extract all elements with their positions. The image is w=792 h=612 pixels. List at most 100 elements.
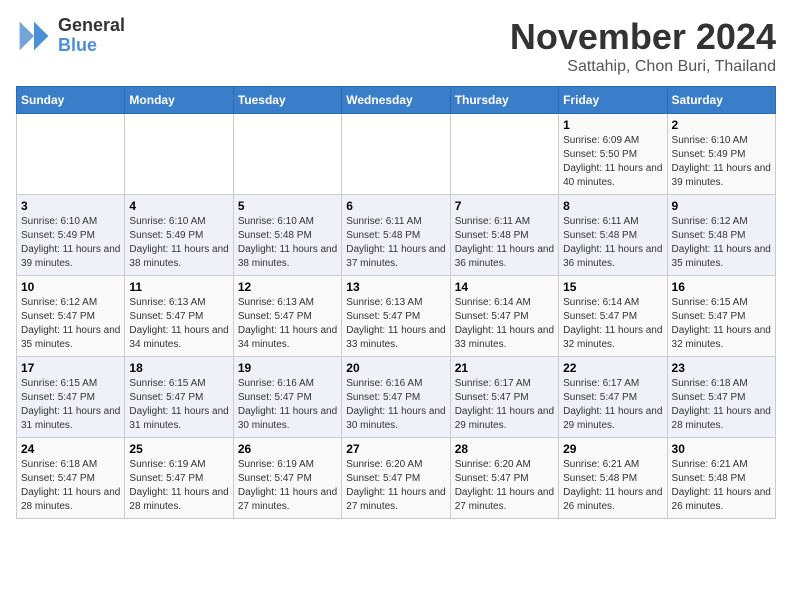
calendar-cell: 4 Sunrise: 6:10 AM Sunset: 5:49 PM Daylig…: [125, 195, 233, 276]
calendar-cell: 5Sunrise: 6:10 AM Sunset: 5:48 PM Daylig…: [233, 195, 341, 276]
day-info: Sunrise: 6:20 AM Sunset: 5:47 PM Dayligh…: [455, 458, 554, 514]
title-block: November 2024 Sattahip, Chon Buri, Thail…: [510, 16, 776, 76]
month-title: November 2024: [510, 16, 776, 58]
day-info: Sunrise: 6:09 AM Sunset: 5:50 PM Dayligh…: [563, 134, 662, 190]
day-number: 24: [21, 442, 120, 456]
day-number: 29: [563, 442, 662, 456]
day-number: 8: [563, 199, 662, 213]
day-number: 3: [21, 199, 120, 213]
calendar-header: SundayMondayTuesdayWednesdayThursdayFrid…: [17, 87, 776, 114]
day-info: Sunrise: 6:13 AM Sunset: 5:47 PM Dayligh…: [238, 296, 337, 352]
day-info: Sunrise: 6:11 AM Sunset: 5:48 PM Dayligh…: [563, 215, 662, 271]
calendar-cell: 26Sunrise: 6:19 AM Sunset: 5:47 PM Dayli…: [233, 438, 341, 519]
weekday-header: Monday: [125, 87, 233, 114]
day-info: Sunrise: 6:10 AM Sunset: 5:49 PM Dayligh…: [672, 134, 771, 190]
calendar-cell: 22 Sunrise: 6:17 AM Sunset: 5:47 PM Dayli…: [559, 357, 667, 438]
day-number: 9: [672, 199, 771, 213]
calendar-cell: 14 Sunrise: 6:14 AM Sunset: 5:47 PM Dayli…: [450, 276, 558, 357]
day-number: 14: [455, 280, 554, 294]
day-info: Sunrise: 6:19 AM Sunset: 5:47 PM Dayligh…: [129, 458, 228, 514]
logo-text: General Blue: [58, 16, 125, 56]
day-number: 7: [455, 199, 554, 213]
calendar-cell: 10 Sunrise: 6:12 AM Sunset: 5:47 PM Dayli…: [17, 276, 125, 357]
day-info: Sunrise: 6:10 AM Sunset: 5:49 PM Dayligh…: [21, 215, 120, 271]
day-info: Sunrise: 6:17 AM Sunset: 5:47 PM Dayligh…: [563, 377, 662, 433]
day-number: 11: [129, 280, 228, 294]
day-info: Sunrise: 6:15 AM Sunset: 5:47 PM Dayligh…: [129, 377, 228, 433]
day-info: Sunrise: 6:15 AM Sunset: 5:47 PM Dayligh…: [672, 296, 771, 352]
calendar-week-row: 1 Sunrise: 6:09 AM Sunset: 5:50 PM Daylig…: [17, 114, 776, 195]
calendar-cell: 21 Sunrise: 6:17 AM Sunset: 5:47 PM Dayli…: [450, 357, 558, 438]
day-info: Sunrise: 6:10 AM Sunset: 5:49 PM Dayligh…: [129, 215, 228, 271]
calendar-cell: 18 Sunrise: 6:15 AM Sunset: 5:47 PM Dayli…: [125, 357, 233, 438]
calendar-week-row: 17Sunrise: 6:15 AM Sunset: 5:47 PM Dayli…: [17, 357, 776, 438]
calendar-week-row: 10 Sunrise: 6:12 AM Sunset: 5:47 PM Dayli…: [17, 276, 776, 357]
calendar-cell: 7 Sunrise: 6:11 AM Sunset: 5:48 PM Daylig…: [450, 195, 558, 276]
calendar-cell: 19Sunrise: 6:16 AM Sunset: 5:47 PM Dayli…: [233, 357, 341, 438]
day-number: 12: [238, 280, 337, 294]
day-number: 22: [563, 361, 662, 375]
logo-blue: Blue: [58, 36, 125, 56]
weekday-row: SundayMondayTuesdayWednesdayThursdayFrid…: [17, 87, 776, 114]
day-number: 1: [563, 118, 662, 132]
day-info: Sunrise: 6:13 AM Sunset: 5:47 PM Dayligh…: [346, 296, 445, 352]
day-info: Sunrise: 6:18 AM Sunset: 5:47 PM Dayligh…: [21, 458, 120, 514]
day-number: 6: [346, 199, 445, 213]
weekday-header: Sunday: [17, 87, 125, 114]
calendar-cell: 15 Sunrise: 6:14 AM Sunset: 5:47 PM Dayli…: [559, 276, 667, 357]
day-number: 21: [455, 361, 554, 375]
day-number: 10: [21, 280, 120, 294]
weekday-header: Thursday: [450, 87, 558, 114]
calendar-week-row: 24 Sunrise: 6:18 AM Sunset: 5:47 PM Dayli…: [17, 438, 776, 519]
calendar-cell: 13Sunrise: 6:13 AM Sunset: 5:47 PM Dayli…: [342, 276, 450, 357]
location: Sattahip, Chon Buri, Thailand: [510, 58, 776, 76]
calendar-cell: [17, 114, 125, 195]
day-info: Sunrise: 6:12 AM Sunset: 5:47 PM Dayligh…: [21, 296, 120, 352]
calendar-cell: 8 Sunrise: 6:11 AM Sunset: 5:48 PM Daylig…: [559, 195, 667, 276]
day-number: 26: [238, 442, 337, 456]
day-number: 25: [129, 442, 228, 456]
page-header: General Blue November 2024 Sattahip, Cho…: [16, 16, 776, 76]
calendar-body: 1 Sunrise: 6:09 AM Sunset: 5:50 PM Daylig…: [17, 114, 776, 519]
calendar-cell: [450, 114, 558, 195]
calendar-cell: 9 Sunrise: 6:12 AM Sunset: 5:48 PM Daylig…: [667, 195, 775, 276]
calendar-cell: 29 Sunrise: 6:21 AM Sunset: 5:48 PM Dayli…: [559, 438, 667, 519]
day-number: 2: [672, 118, 771, 132]
logo: General Blue: [16, 16, 125, 56]
day-info: Sunrise: 6:17 AM Sunset: 5:47 PM Dayligh…: [455, 377, 554, 433]
day-info: Sunrise: 6:21 AM Sunset: 5:48 PM Dayligh…: [672, 458, 771, 514]
calendar-cell: 1 Sunrise: 6:09 AM Sunset: 5:50 PM Daylig…: [559, 114, 667, 195]
day-info: Sunrise: 6:14 AM Sunset: 5:47 PM Dayligh…: [563, 296, 662, 352]
day-info: Sunrise: 6:11 AM Sunset: 5:48 PM Dayligh…: [455, 215, 554, 271]
weekday-header: Saturday: [667, 87, 775, 114]
day-number: 4: [129, 199, 228, 213]
weekday-header: Friday: [559, 87, 667, 114]
calendar-cell: [125, 114, 233, 195]
day-info: Sunrise: 6:21 AM Sunset: 5:48 PM Dayligh…: [563, 458, 662, 514]
day-info: Sunrise: 6:12 AM Sunset: 5:48 PM Dayligh…: [672, 215, 771, 271]
day-info: Sunrise: 6:14 AM Sunset: 5:47 PM Dayligh…: [455, 296, 554, 352]
logo-general: General: [58, 16, 125, 36]
day-info: Sunrise: 6:15 AM Sunset: 5:47 PM Dayligh…: [21, 377, 120, 433]
calendar-cell: 27Sunrise: 6:20 AM Sunset: 5:47 PM Dayli…: [342, 438, 450, 519]
weekday-header: Wednesday: [342, 87, 450, 114]
calendar-cell: 6Sunrise: 6:11 AM Sunset: 5:48 PM Daylig…: [342, 195, 450, 276]
calendar-cell: 11 Sunrise: 6:13 AM Sunset: 5:47 PM Dayli…: [125, 276, 233, 357]
calendar-week-row: 3 Sunrise: 6:10 AM Sunset: 5:49 PM Daylig…: [17, 195, 776, 276]
day-number: 18: [129, 361, 228, 375]
logo-icon: [16, 18, 52, 54]
calendar-cell: 17Sunrise: 6:15 AM Sunset: 5:47 PM Dayli…: [17, 357, 125, 438]
day-number: 23: [672, 361, 771, 375]
calendar-cell: 25 Sunrise: 6:19 AM Sunset: 5:47 PM Dayli…: [125, 438, 233, 519]
day-number: 16: [672, 280, 771, 294]
day-info: Sunrise: 6:13 AM Sunset: 5:47 PM Dayligh…: [129, 296, 228, 352]
weekday-header: Tuesday: [233, 87, 341, 114]
calendar-cell: [342, 114, 450, 195]
calendar-cell: 24 Sunrise: 6:18 AM Sunset: 5:47 PM Dayli…: [17, 438, 125, 519]
day-number: 15: [563, 280, 662, 294]
calendar-cell: 30 Sunrise: 6:21 AM Sunset: 5:48 PM Dayli…: [667, 438, 775, 519]
day-info: Sunrise: 6:16 AM Sunset: 5:47 PM Dayligh…: [238, 377, 337, 433]
day-info: Sunrise: 6:16 AM Sunset: 5:47 PM Dayligh…: [346, 377, 445, 433]
day-number: 30: [672, 442, 771, 456]
calendar-cell: 16 Sunrise: 6:15 AM Sunset: 5:47 PM Dayli…: [667, 276, 775, 357]
